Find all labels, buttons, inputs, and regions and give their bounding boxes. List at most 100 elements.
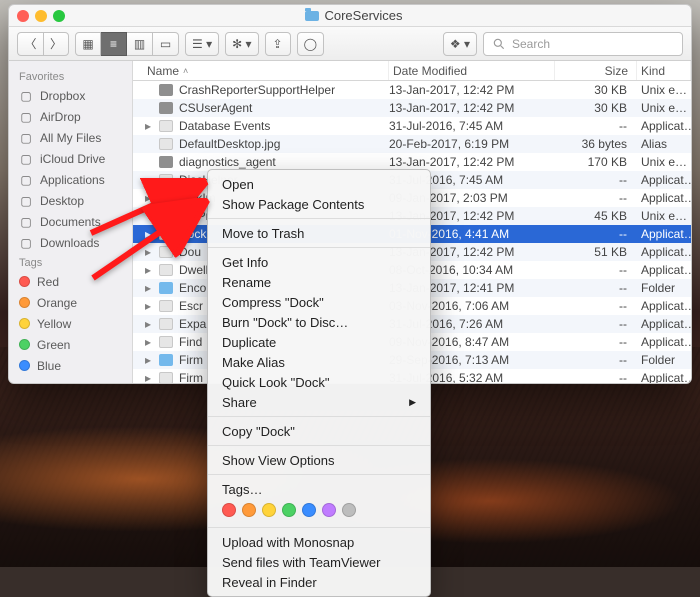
search-placeholder: Search [512,37,550,51]
action-button[interactable]: ✻ ▾ [225,32,258,56]
menu-item-label: Rename [222,275,271,290]
menu-item-move-to-trash[interactable]: Move to Trash [208,223,430,243]
menu-item-send-files-with-teamviewer[interactable]: Send files with TeamViewer [208,552,430,572]
tag-dot-icon[interactable] [342,503,356,517]
col-kind[interactable]: Kind [637,61,691,80]
menu-item-reveal-in-finder[interactable]: Reveal in Finder [208,572,430,592]
view-list-button[interactable]: ≡ [101,32,127,56]
submenu-arrow-icon: ▶ [409,397,416,408]
sidebar-item-label: Orange [37,296,77,310]
menu-item-label: Open [222,177,254,192]
disclosure-icon[interactable]: ▸ [143,335,153,349]
file-name: Escr [179,299,203,313]
col-name[interactable]: Name˄ [143,61,389,80]
sidebar-item-orange[interactable]: Orange [9,292,132,313]
column-headers: Name˄ Date Modified Size Kind [133,61,691,81]
search-field[interactable]: Search [483,32,683,56]
disclosure-icon[interactable]: ▸ [143,119,153,133]
disclosure-icon[interactable]: ▸ [143,353,153,367]
applications-icon: ▢ [19,173,33,187]
arrange-button[interactable]: ☰ ▾ [185,32,219,56]
tag-dot-icon[interactable] [322,503,336,517]
tag-dot-icon[interactable] [302,503,316,517]
disclosure-icon[interactable]: ▸ [143,317,153,331]
table-row[interactable]: CrashReporterSupportHelper13-Jan-2017, 1… [133,81,691,99]
sidebar-item-label: Blue [37,359,61,373]
menu-item-show-view-options[interactable]: Show View Options [208,450,430,470]
menu-item-label: Get Info [222,255,268,270]
file-icon [159,120,173,132]
share-button[interactable]: ⇪ [265,32,291,56]
tag-dot-icon[interactable] [242,503,256,517]
menu-item-get-info[interactable]: Get Info [208,252,430,272]
sidebar-item-blue[interactable]: Blue [9,355,132,376]
table-row[interactable]: DefaultDesktop.jpg20-Feb-2017, 6:19 PM36… [133,135,691,153]
menu-item-share[interactable]: Share▶ [208,392,430,412]
tag-dot-icon[interactable] [262,503,276,517]
file-kind: Alias [637,137,691,151]
minimize-button[interactable] [35,10,47,22]
menu-item-show-package-contents[interactable]: Show Package Contents [208,194,430,214]
sidebar-item-label: AirDrop [40,110,81,124]
file-size: -- [555,335,637,349]
menu-item-tags[interactable]: Tags… [208,479,430,499]
sidebar-item-label: Yellow [37,317,71,331]
tags-button[interactable]: ◯ [297,32,324,56]
tag-dot-icon [19,360,30,371]
tag-dot-icon[interactable] [282,503,296,517]
zoom-button[interactable] [53,10,65,22]
back-button[interactable]: 〈 [17,32,43,56]
file-size: 30 KB [555,83,637,97]
file-name: Expa [179,317,206,331]
sidebar-item-green[interactable]: Green [9,334,132,355]
file-size: -- [555,371,637,383]
menu-item-label: Upload with Monosnap [222,535,354,550]
icloud-icon: ▢ [19,152,33,166]
downloads-icon: ▢ [19,236,33,250]
view-gallery-button[interactable]: ▭ [153,32,179,56]
menu-item-rename[interactable]: Rename [208,272,430,292]
menu-item-label: Make Alias [222,355,285,370]
sidebar-item-label: Red [37,275,59,289]
table-row[interactable]: CSUserAgent13-Jan-2017, 12:42 PM30 KBUni… [133,99,691,117]
col-date[interactable]: Date Modified [389,61,555,80]
menu-item-label: Burn "Dock" to Disc… [222,315,348,330]
menu-item-compress-dock[interactable]: Compress "Dock" [208,292,430,312]
table-row[interactable]: ▸Database Events31-Jul-2016, 7:45 AM--Ap… [133,117,691,135]
tag-dot-icon[interactable] [222,503,236,517]
sidebar-item-yellow[interactable]: Yellow [9,313,132,334]
close-button[interactable] [17,10,29,22]
file-date: 13-Jan-2017, 12:42 PM [389,155,555,169]
sidebar-item-icloud-drive[interactable]: ▢iCloud Drive [9,148,132,169]
view-icon-button[interactable]: ▦ [75,32,101,56]
file-kind: Unix e… [637,101,691,115]
view-mode-segment: ▦ ≡ ▥ ▭ [75,32,179,56]
file-kind: Applicat… [637,335,691,349]
menu-item-burn-dock-to-disc[interactable]: Burn "Dock" to Disc… [208,312,430,332]
dropbox-button[interactable]: ❖ ▾ [443,32,477,56]
disclosure-icon[interactable]: ▸ [143,299,153,313]
sidebar-item-label: Desktop [40,194,84,208]
menu-item-open[interactable]: Open [208,174,430,194]
col-size[interactable]: Size [555,61,637,80]
forward-button[interactable]: 〉 [43,32,69,56]
sidebar-item-dropbox[interactable]: ▢Dropbox [9,85,132,106]
sidebar-item-airdrop[interactable]: ▢AirDrop [9,106,132,127]
view-column-button[interactable]: ▥ [127,32,153,56]
menu-item-label: Show View Options [222,453,335,468]
menu-item-make-alias[interactable]: Make Alias [208,352,430,372]
sidebar-item-all-my-files[interactable]: ▢All My Files [9,127,132,148]
menu-item-duplicate[interactable]: Duplicate [208,332,430,352]
file-icon [159,372,173,383]
file-size: -- [555,299,637,313]
file-icon [159,300,173,312]
file-kind: Applicat… [637,299,691,313]
menu-item-quick-look-dock[interactable]: Quick Look "Dock" [208,372,430,392]
file-kind: Applicat… [637,317,691,331]
file-kind: Unix e… [637,209,691,223]
disclosure-icon[interactable]: ▸ [143,371,153,383]
tag-dot-icon [19,297,30,308]
menu-item-copy-dock[interactable]: Copy "Dock" [208,421,430,441]
menu-separator [208,416,430,417]
menu-item-upload-with-monosnap[interactable]: Upload with Monosnap [208,532,430,552]
